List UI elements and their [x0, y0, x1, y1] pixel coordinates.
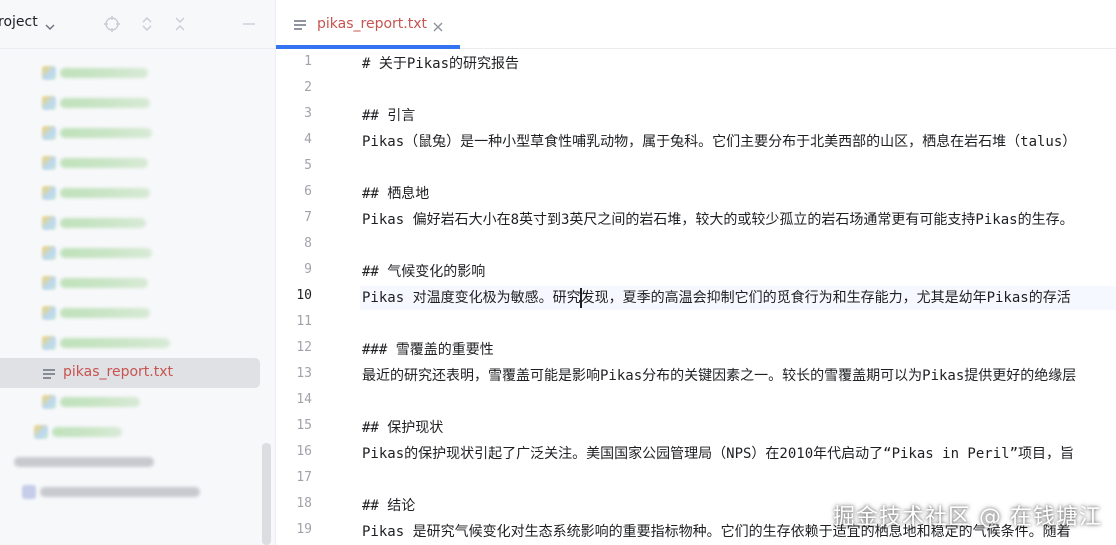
tree-item[interactable]: [22, 485, 202, 499]
more-options-icon[interactable]: [205, 15, 223, 33]
line-number: 1: [304, 54, 312, 69]
line-number: 19: [296, 522, 312, 537]
code-line[interactable]: Pikas 偏好岩石大小在8英寸到3英尺之间的岩石堆，较大的或较少孤立的岩石场通…: [362, 209, 1074, 229]
line-number: 17: [296, 470, 312, 485]
line-number: 9: [304, 262, 312, 277]
tree-item[interactable]: [42, 186, 152, 200]
line-number: 6: [304, 184, 312, 199]
line-number: 8: [304, 236, 312, 251]
line-number: 5: [304, 158, 312, 173]
line-number: 11: [296, 314, 312, 329]
code-line[interactable]: Pikas（鼠兔）是一种小型草食性哺乳动物，属于兔科。它们主要分布于北美西部的山…: [362, 131, 1076, 151]
project-title[interactable]: roject: [0, 14, 38, 30]
tree-item[interactable]: [42, 336, 172, 350]
line-number: 18: [296, 496, 312, 511]
code-line[interactable]: ## 引言: [362, 105, 415, 125]
chevron-down-icon[interactable]: [44, 18, 56, 37]
code-line[interactable]: 最近的研究还表明，雪覆盖可能是影响Pikas分布的关键因素之一。较长的雪覆盖期可…: [362, 365, 1076, 385]
project-header: roject: [0, 0, 275, 49]
panel-scrollbar[interactable]: [262, 443, 271, 545]
line-number: 13: [296, 366, 312, 381]
tab-label: pikas_report.txt: [317, 16, 427, 32]
tree-item[interactable]: [42, 216, 152, 230]
tree-item[interactable]: [42, 66, 152, 80]
selected-file-label[interactable]: pikas_report.txt: [63, 364, 173, 380]
tab-pikas-report[interactable]: pikas_report.txt: [276, 0, 460, 49]
locate-icon[interactable]: [103, 15, 121, 33]
text-file-icon: [293, 17, 307, 36]
line-number: 16: [296, 444, 312, 459]
line-number: 10: [296, 288, 312, 303]
tree-item[interactable]: [42, 96, 152, 110]
code-line[interactable]: Pikas的保护现状引起了广泛关注。美国国家公园管理局（NPS）在2010年代启…: [362, 443, 1074, 463]
code-line[interactable]: ## 保护现状: [362, 417, 443, 437]
tree-item[interactable]: [42, 246, 152, 260]
code-line[interactable]: ## 栖息地: [362, 183, 429, 203]
close-icon[interactable]: [432, 18, 444, 37]
line-number: 12: [296, 340, 312, 355]
watermark: 掘金技术社区 @ 在钱塘江: [833, 505, 1102, 530]
line-number: 15: [296, 418, 312, 433]
collapse-all-icon[interactable]: [171, 15, 189, 33]
code-editor[interactable]: 1 2 3 4 5 6 7 8 9 10 11 12 13 14 15 16 17 18 19 # 关于Pikas的…: [276, 50, 1116, 545]
tree-item[interactable]: [42, 306, 152, 320]
tree-item[interactable]: [42, 276, 152, 290]
line-number: 2: [304, 80, 312, 95]
code-line[interactable]: ## 气候变化的影响: [362, 261, 485, 281]
expand-collapse-icon[interactable]: [138, 15, 156, 33]
tree-item[interactable]: [42, 126, 152, 140]
line-number: 4: [304, 132, 312, 147]
tree-item[interactable]: [14, 455, 164, 469]
project-panel: roject pikas_report.txt: [0, 0, 276, 545]
tree-item[interactable]: [42, 395, 152, 409]
line-number: 14: [296, 392, 312, 407]
tree-item[interactable]: [42, 156, 152, 170]
code-line[interactable]: Pikas 对温度变化极为敏感。研究发现，夏季的高温会抑制它们的觅食行为和生存能…: [362, 287, 1071, 307]
line-number: 3: [304, 106, 312, 121]
project-tree: [0, 50, 275, 545]
minimize-icon[interactable]: [240, 15, 258, 33]
text-file-icon: [42, 366, 56, 385]
code-line[interactable]: ## 结论: [362, 495, 415, 515]
text-caret: [580, 288, 582, 308]
code-line[interactable]: ### 雪覆盖的重要性: [362, 339, 494, 359]
code-line[interactable]: # 关于Pikas的研究报告: [362, 53, 519, 73]
tree-item[interactable]: [34, 425, 144, 439]
line-number: 7: [304, 210, 312, 225]
active-tab-indicator: [276, 45, 460, 49]
editor-tab-bar: pikas_report.txt: [276, 0, 1116, 49]
